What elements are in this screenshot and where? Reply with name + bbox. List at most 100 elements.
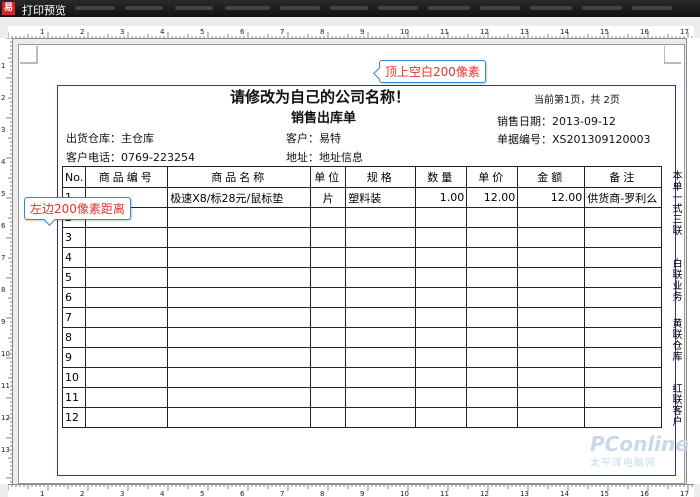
table-cell <box>517 407 586 428</box>
sale-date-field: 销售日期：2013-09-12 <box>497 115 616 128</box>
ruler-number: 4 <box>1 158 6 166</box>
table-cell <box>345 387 417 408</box>
table-cell <box>517 287 586 308</box>
ruler-number: 13 <box>520 28 529 36</box>
table-cell: 8 <box>61 327 87 348</box>
phone-field: 客户电话：0769-223254 <box>66 151 195 164</box>
table-cell <box>167 327 312 348</box>
table-row: 4 <box>61 247 663 268</box>
toolbar-item-blurred[interactable] <box>175 6 213 10</box>
table-cell <box>310 287 347 308</box>
table-cell <box>167 347 312 368</box>
ruler-number: 11 <box>440 28 449 36</box>
customer-field: 客户：易特 <box>286 132 341 145</box>
column-header: No. <box>61 166 87 188</box>
table-cell <box>345 207 417 228</box>
table-cell <box>466 387 519 408</box>
corner-mark-icon <box>20 46 38 64</box>
table-cell <box>517 327 586 348</box>
ruler-number: 2 <box>80 28 84 36</box>
table-cell <box>167 207 312 228</box>
toolbar-item-blurred[interactable] <box>632 6 672 10</box>
table-cell <box>517 207 586 228</box>
table-cell <box>85 307 169 328</box>
toolbar-item-blurred[interactable] <box>530 6 572 10</box>
table-cell <box>345 267 417 288</box>
table-row: 3 <box>61 227 663 248</box>
toolbar-item-blurred[interactable] <box>480 6 520 10</box>
table-cell <box>345 307 417 328</box>
table-cell <box>415 387 468 408</box>
table-cell <box>517 347 586 368</box>
table-cell <box>85 267 169 288</box>
ruler-number: 2 <box>1 94 5 102</box>
table-cell <box>345 347 417 368</box>
document-title: 销售出库单 <box>291 111 357 126</box>
table-cell: 10 <box>61 367 87 388</box>
column-header: 商品名称 <box>167 166 312 188</box>
ruler-number: 9 <box>360 28 364 36</box>
ruler-number: 12 <box>1 414 10 422</box>
table-cell <box>584 207 663 228</box>
toolbar-item-blurred[interactable] <box>428 6 470 10</box>
table-cell: 12.00 <box>466 187 519 208</box>
table-row: 7 <box>61 307 663 328</box>
table-cell <box>466 327 519 348</box>
table-cell <box>415 407 468 428</box>
table-cell <box>310 327 347 348</box>
table-cell <box>85 327 169 348</box>
table-cell: 6 <box>61 287 87 308</box>
table-cell <box>167 227 312 248</box>
table-cell: 1.00 <box>415 187 468 208</box>
table-cell <box>466 267 519 288</box>
toolbar-item-blurred[interactable] <box>225 6 270 10</box>
table-cell: 片 <box>310 187 347 208</box>
table-cell <box>517 387 586 408</box>
toolbar-item-blurred[interactable] <box>75 6 115 10</box>
table-cell <box>415 247 468 268</box>
table-cell <box>517 227 586 248</box>
column-header: 商品编号 <box>85 166 169 188</box>
table-cell <box>310 387 347 408</box>
ruler-number: 10 <box>400 28 409 36</box>
ruler-number: 5 <box>200 28 204 36</box>
table-cell <box>85 227 169 248</box>
table-cell <box>167 307 312 328</box>
table-cell <box>466 207 519 228</box>
watermark-logo: PConline <box>590 432 689 456</box>
table-cell <box>345 227 417 248</box>
toolbar-item-blurred[interactable] <box>378 6 418 10</box>
table-cell <box>517 367 586 388</box>
table-cell <box>466 367 519 388</box>
toolbar-item-blurred[interactable] <box>125 6 163 10</box>
watermark-subtitle: 太平洋电脑网 <box>590 458 656 469</box>
toolbar-item-blurred[interactable] <box>330 6 368 10</box>
table-cell: 9 <box>61 347 87 368</box>
company-name: 请修改为自己的公司名称！ <box>230 88 411 106</box>
table-header-row: No. 商品编号 商品名称 单位 规格 数量 单价 金额 备注 <box>61 166 663 188</box>
table-cell <box>345 247 417 268</box>
table-cell: 4 <box>61 247 87 268</box>
table-row: 6 <box>61 287 663 308</box>
toolbar-item-blurred[interactable] <box>280 6 320 10</box>
table-cell <box>584 367 663 388</box>
table-cell <box>310 347 347 368</box>
corner-mark-icon <box>664 46 681 64</box>
table-cell <box>584 327 663 348</box>
table-cell <box>466 247 519 268</box>
callout-top-margin: 顶上空白200像素 <box>379 60 486 83</box>
toolbar-item-blurred[interactable] <box>582 6 622 10</box>
copy-instruction-label: 白联业务 <box>670 258 681 302</box>
table-cell <box>584 227 663 248</box>
table-row: 9 <box>61 347 663 368</box>
table-cell <box>85 347 169 368</box>
table-cell <box>167 267 312 288</box>
column-header: 备注 <box>584 166 663 188</box>
table-cell <box>584 287 663 308</box>
table-cell <box>85 367 169 388</box>
ruler-number: 6 <box>1 222 6 230</box>
table-cell <box>415 327 468 348</box>
ruler-number: 17 <box>680 28 689 36</box>
table-cell <box>167 387 312 408</box>
ruler-number: 9 <box>1 318 5 326</box>
